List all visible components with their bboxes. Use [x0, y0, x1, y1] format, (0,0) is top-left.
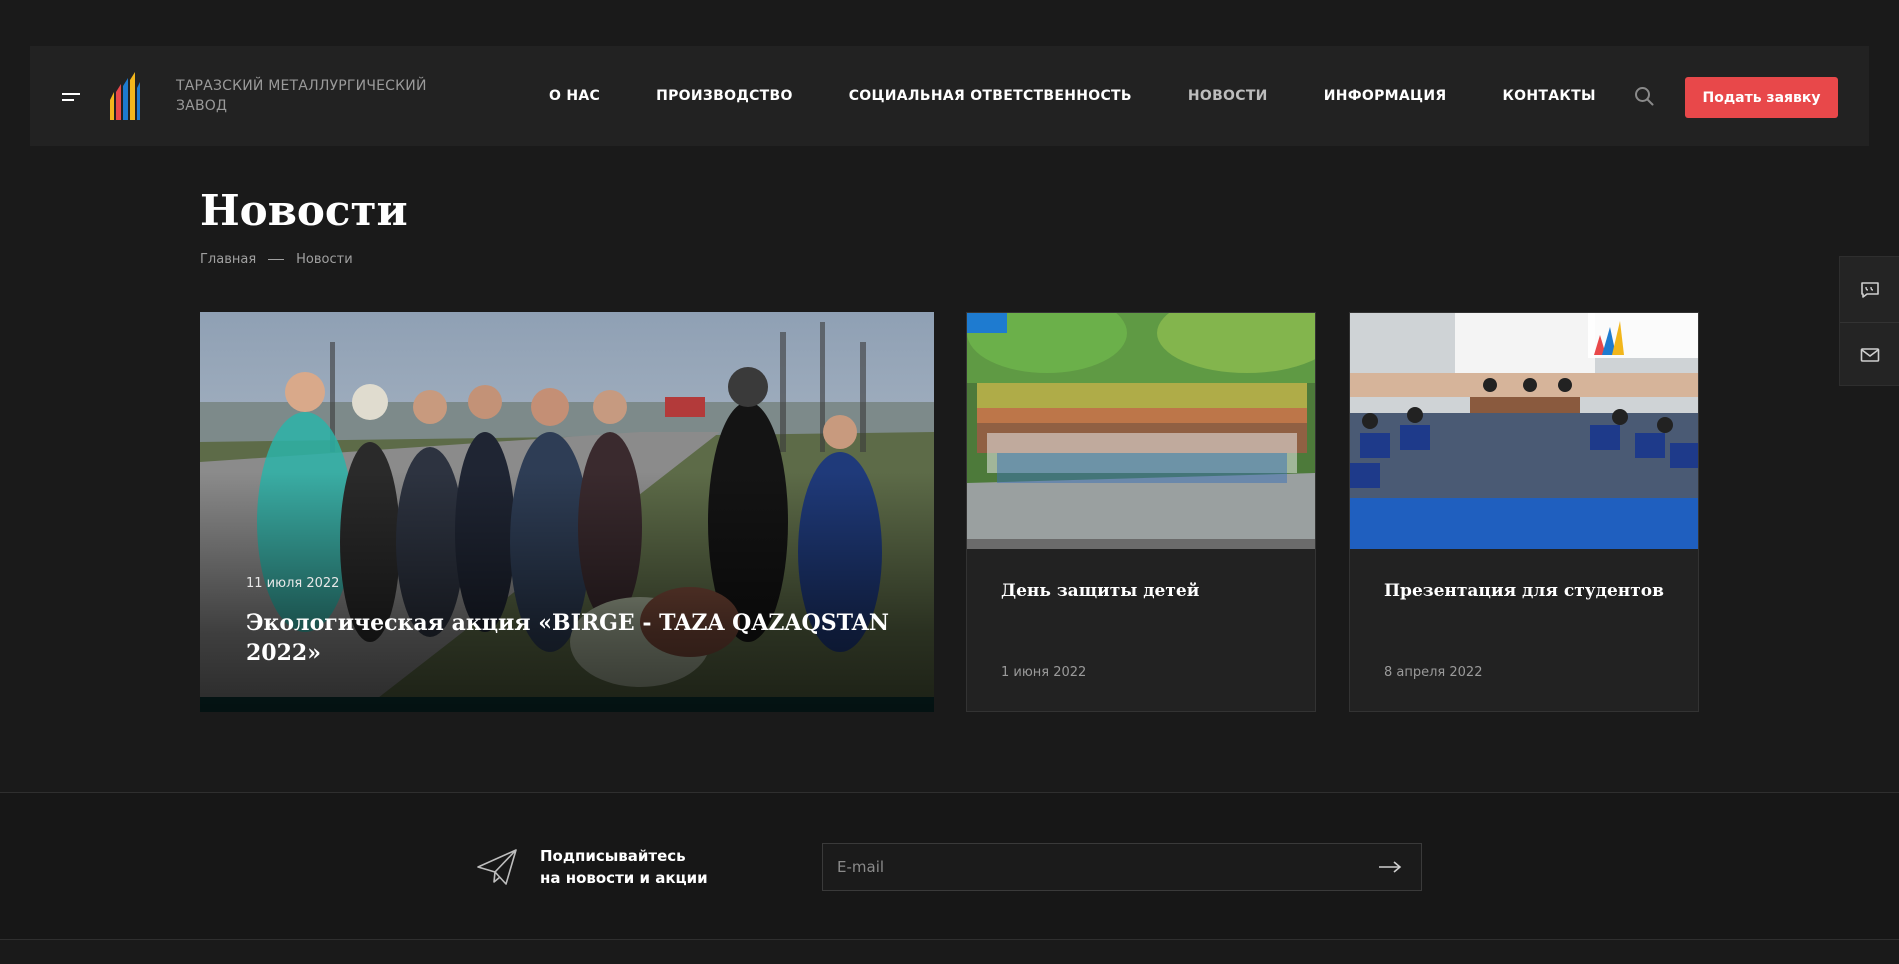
brand-name[interactable]: ТАРАЗСКИЙ МЕТАЛЛУРГИЧЕСКИЙ ЗАВОД: [176, 76, 436, 116]
search-icon[interactable]: [1634, 86, 1654, 106]
submit-request-button[interactable]: Подать заявку: [1685, 77, 1838, 118]
subscribe-line-2: на новости и акции: [540, 869, 708, 887]
page-title: Новости: [200, 186, 408, 235]
news-card-featured[interactable]: 11 июля 2022 Экологическая акция «BIRGE …: [200, 312, 934, 712]
mail-widget[interactable]: [1840, 322, 1899, 387]
news-image: [967, 313, 1315, 549]
subscribe-section: Подписывайтесь на новости и акции: [0, 792, 1899, 940]
site-header: ТАРАЗСКИЙ МЕТАЛЛУРГИЧЕСКИЙ ЗАВОД О НАС П…: [30, 46, 1869, 146]
chat-icon: [1860, 281, 1879, 298]
news-title[interactable]: День защиты детей: [1001, 579, 1291, 603]
main-nav: О НАС ПРОИЗВОДСТВО СОЦИАЛЬНАЯ ОТВЕТСТВЕН…: [549, 46, 1652, 146]
nav-production[interactable]: ПРОИЗВОДСТВО: [656, 88, 793, 104]
side-widgets: [1839, 256, 1899, 386]
email-input[interactable]: [822, 843, 1422, 891]
logo-icon[interactable]: [108, 70, 142, 120]
news-date: 11 июля 2022: [246, 576, 340, 591]
subscribe-line-1: Подписывайтесь: [540, 847, 686, 865]
breadcrumb: Главная Новости: [200, 252, 353, 267]
nav-info[interactable]: ИНФОРМАЦИЯ: [1324, 88, 1447, 104]
news-image: [1350, 313, 1698, 549]
breadcrumb-separator: [268, 259, 285, 260]
nav-social[interactable]: СОЦИАЛЬНАЯ ОТВЕТСТВЕННОСТЬ: [849, 88, 1132, 104]
breadcrumb-current: Новости: [296, 252, 353, 267]
nav-contacts[interactable]: КОНТАКТЫ: [1502, 88, 1595, 104]
nav-news[interactable]: НОВОСТИ: [1188, 88, 1268, 104]
breadcrumb-home[interactable]: Главная: [200, 252, 256, 267]
subscribe-text: Подписывайтесь на новости и акции: [540, 845, 708, 889]
news-date: 8 апреля 2022: [1384, 665, 1483, 680]
chat-widget[interactable]: [1840, 257, 1899, 322]
news-title[interactable]: Презентация для студентов: [1384, 579, 1674, 603]
paper-plane-icon: [477, 849, 517, 885]
mail-icon: [1860, 348, 1879, 362]
news-card[interactable]: Презентация для студентов 8 апреля 2022: [1349, 312, 1699, 712]
arrow-right-icon[interactable]: [1376, 857, 1404, 877]
news-card[interactable]: День защиты детей 1 июня 2022: [966, 312, 1316, 712]
news-title[interactable]: Экологическая акция «BIRGE - TAZA QAZAQS…: [246, 608, 896, 668]
nav-about[interactable]: О НАС: [549, 88, 600, 104]
menu-icon[interactable]: [62, 93, 80, 101]
news-date: 1 июня 2022: [1001, 665, 1087, 680]
